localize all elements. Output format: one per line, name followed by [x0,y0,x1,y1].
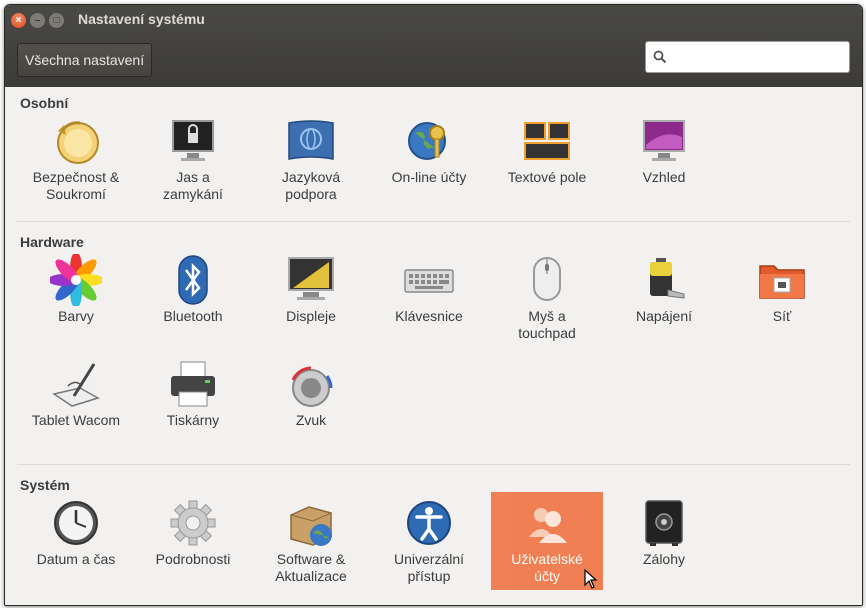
online-accounts-icon [408,122,446,160]
item-color[interactable]: Barvy [20,254,132,352]
item-label: Myš a touchpad [518,308,576,341]
maximize-icon[interactable]: □ [49,13,64,28]
item-power[interactable]: Napájení [608,254,720,352]
item-keyboard[interactable]: Klávesnice [373,254,485,352]
backup-icon [645,500,683,546]
item-label: Tablet Wacom [31,412,121,428]
privacy-icon [57,121,99,164]
minimize-icon[interactable]: – [30,13,45,28]
item-label: Jas a zamykání [163,169,223,202]
item-label: Displeje [286,308,336,324]
item-label: Vzhled [642,169,686,185]
search-input[interactable] [645,41,850,73]
color-icon [50,254,102,306]
item-label: On-line účty [391,169,467,185]
sound-icon [291,366,333,407]
settings-grid: Osobní Bezpečnost & Soukromí Jas a zamyk… [5,87,862,605]
appearance-icon [643,120,685,161]
window-title: Nastavení systému [78,11,205,27]
display-icon [288,257,334,300]
item-label: Napájení [635,308,693,324]
item-label: Datum a čas [36,551,116,567]
bluetooth-icon [178,255,208,305]
item-software-updates[interactable]: Software & Aktualizace [255,497,367,595]
gear-icon [170,500,216,546]
search-icon [653,50,667,64]
separator [17,464,850,465]
item-brightness-lock[interactable]: Jas a zamykání [137,115,249,213]
section-title-personal: Osobní [20,95,69,111]
text-entry-icon [524,122,570,160]
accessibility-icon [407,501,451,545]
settings-window: × – □ Nastavení systému Všechna nastaven… [4,4,863,606]
item-printers[interactable]: Tiskárny [137,358,249,456]
item-privacy[interactable]: Bezpečnost & Soukromí [20,115,132,213]
item-wacom[interactable]: Tablet Wacom [20,358,132,456]
item-backups[interactable]: Zálohy [608,497,720,595]
tablet-icon [52,363,100,407]
item-network[interactable]: Síť [726,254,838,352]
item-label: Síť [772,308,792,324]
power-icon [650,258,685,299]
all-settings-button[interactable]: Všechna nastavení [17,43,153,77]
item-label: Zvuk [295,412,327,428]
user-accounts-icon [529,508,567,543]
item-label: Textové pole [507,169,587,185]
mouse-icon [533,257,561,301]
item-details[interactable]: Podrobnosti [137,497,249,595]
software-icon [290,506,332,546]
mouse-cursor-icon [584,569,598,589]
item-label: Klávesnice [395,308,463,324]
section-title-system: Systém [20,477,70,493]
item-label: Bluetooth [163,308,223,324]
item-text-entry[interactable]: Textové pole [491,115,603,213]
keyboard-icon [404,269,454,293]
item-label: Jazyková podpora [281,169,341,202]
item-label: Univerzální přístup [393,551,465,584]
clock-icon [54,501,98,545]
item-label: Barvy [58,308,94,324]
item-language[interactable]: Jazyková podpora [255,115,367,213]
item-universal-access[interactable]: Univerzální přístup [373,497,485,595]
item-displays[interactable]: Displeje [255,254,367,352]
item-label: Podrobnosti [155,551,231,567]
close-icon[interactable]: × [11,13,26,28]
title-bar: × – □ Nastavení systému Všechna nastaven… [5,5,862,87]
network-icon [759,265,805,299]
language-icon [288,120,334,160]
item-bluetooth[interactable]: Bluetooth [137,254,249,352]
separator [17,221,850,222]
item-label: Zálohy [642,551,686,567]
lock-icon [172,120,214,161]
section-title-hardware: Hardware [20,234,84,250]
item-date-time[interactable]: Datum a čas [20,497,132,595]
item-online-accounts[interactable]: On-line účty [373,115,485,213]
item-sound[interactable]: Zvuk [255,358,367,456]
item-label: Tiskárny [166,412,220,428]
item-label: Bezpečnost & Soukromí [32,169,120,202]
item-mouse[interactable]: Myš a touchpad [491,254,603,352]
printer-icon [171,361,215,407]
item-appearance[interactable]: Vzhled [608,115,720,213]
item-label: Software & Aktualizace [275,551,347,584]
